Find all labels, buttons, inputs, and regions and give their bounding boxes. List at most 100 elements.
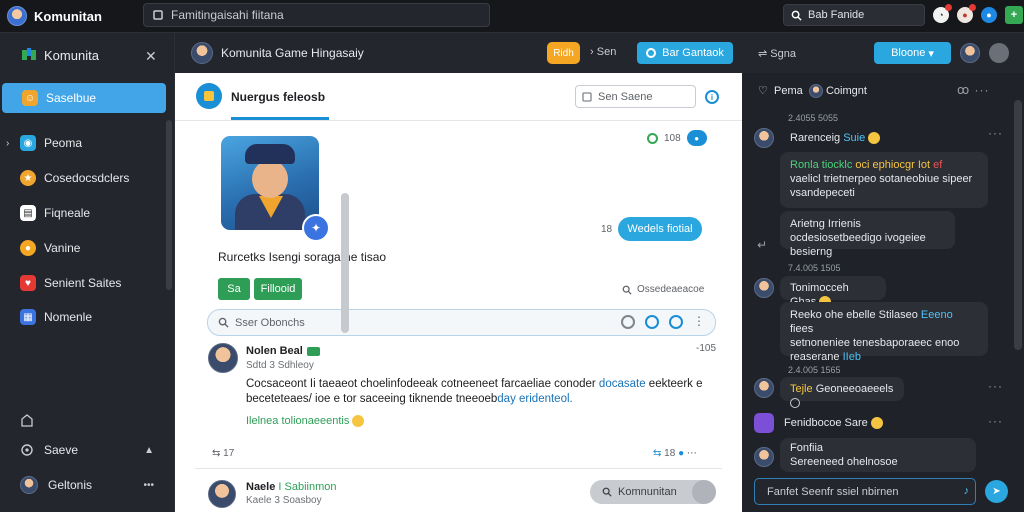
sidebar-scrollbar[interactable]: [166, 120, 172, 290]
app-title: Komunitan: [34, 8, 102, 24]
post-hashtag[interactable]: Ilelnea tolionaeeentis: [246, 415, 365, 428]
channel-mid-link[interactable]: › Sen: [590, 46, 616, 58]
right-panel-label: ⇌ Sgna: [758, 48, 796, 60]
apps-icon[interactable]: +: [1005, 6, 1023, 24]
search-link[interactable]: Ossedeaeacoe: [622, 284, 704, 295]
sidebar-item-nomenle[interactable]: ▦ Nomenle: [0, 302, 166, 332]
feed-scrollbar[interactable]: [341, 193, 349, 333]
sidebar-item-label: Senient Saites: [44, 276, 122, 290]
info-icon[interactable]: i: [705, 90, 719, 104]
channel-action-button[interactable]: Bar Gantaok: [637, 42, 733, 64]
post-composer-input[interactable]: Sser Obonchs ⋮: [207, 309, 716, 336]
sidebar-item-label: Nomenle: [44, 310, 93, 324]
post-author-name: Nolen Beal: [246, 345, 303, 357]
chevron-up-icon: ▲: [144, 444, 154, 456]
post-time: -105: [696, 343, 717, 354]
chat-scrollbar[interactable]: [1014, 100, 1022, 350]
chat-message: Arietng Irrienis ocdesiosetbeedigo ivoge…: [780, 211, 955, 258]
trophy-icon: ★: [20, 170, 36, 186]
more-icon[interactable]: ···: [988, 379, 1003, 393]
top-right-search[interactable]: Bab Fanide: [783, 4, 925, 26]
more-icon[interactable]: ⋮: [693, 315, 705, 329]
heart-outline-icon[interactable]: ♡: [758, 85, 768, 97]
avatar[interactable]: [754, 278, 774, 298]
toggle-button[interactable]: ●: [686, 130, 707, 146]
post-author[interactable]: Naele I Sabiinmon: [246, 481, 337, 493]
sidebar-item-fiqneale[interactable]: ▤ Fiqneale: [0, 198, 166, 228]
send-icon[interactable]: ➤: [985, 480, 1008, 503]
sidebar-item-cosedocsdclers[interactable]: ★ Cosedocsdclers: [0, 163, 166, 193]
attach-icon[interactable]: [645, 315, 659, 329]
app-logo: [7, 6, 27, 26]
avatar[interactable]: [208, 480, 236, 508]
sidebar-home-button[interactable]: [20, 413, 160, 427]
right-panel-button[interactable]: Bloone ▾: [874, 42, 951, 64]
top-right-search-label: Bab Fanide: [808, 9, 865, 21]
avatar[interactable]: [208, 343, 238, 373]
game-button-primary[interactable]: Sa: [218, 278, 250, 300]
toggle-icon: [692, 480, 716, 504]
divider: [195, 468, 722, 469]
community-pill-button[interactable]: Komnunitan: [590, 480, 716, 504]
feed-search-input[interactable]: Sen Saene: [575, 85, 696, 108]
profile-icon[interactable]: [989, 43, 1009, 63]
avatar[interactable]: [754, 447, 774, 467]
channel-pill[interactable]: Ridh: [547, 42, 580, 64]
group-icon: ☺: [22, 90, 38, 106]
more-icon[interactable]: ···: [988, 126, 1003, 140]
channel-avatar: [191, 42, 213, 64]
chat-message-author: Rarenceig Suie: [790, 132, 881, 145]
sidebar-title: Komunita: [44, 47, 99, 63]
messages-icon[interactable]: ●: [981, 7, 997, 23]
coin-icon: ●: [20, 240, 36, 256]
sidebar-item-senient-saites[interactable]: ♥ Senient Saites: [0, 268, 166, 298]
sidebar-profile[interactable]: Geltonis •••: [20, 476, 160, 494]
feed-search-placeholder: Sen Saene: [598, 90, 653, 103]
reply-icon[interactable]: ↵: [757, 238, 768, 252]
settings-icon[interactable]: [621, 315, 635, 329]
chat-message: Tejle Geoneeoaeeels: [780, 377, 904, 409]
post-item: Nolen Beal Sdtd 3 Sdhleoy -105 Cocsaceon…: [208, 343, 718, 463]
sidebar-item-saeve[interactable]: Saeve ▲: [20, 443, 160, 457]
chat-message: Ronla tiocklc oci ephiocgr Iot ef vaelic…: [780, 152, 988, 208]
search-icon: [622, 285, 632, 295]
chat-timestamp: 7.4.005 1505: [788, 263, 841, 273]
smile-emoji-icon: [868, 132, 881, 145]
brand[interactable]: Komunitan: [0, 6, 142, 26]
sidebar-item-peoma[interactable]: › ◉ Peoma: [0, 128, 166, 158]
post-author-name: Naele: [246, 481, 276, 493]
post-right-actions[interactable]: ⇆ 18 ● ⋯: [653, 448, 697, 459]
game-button-secondary[interactable]: Fillooid: [254, 278, 302, 300]
left-sidebar: Komunita ✕ ☺ Saselbue › ◉ Peoma ★ Cosedo…: [0, 33, 175, 512]
search-icon: [153, 10, 163, 20]
avatar[interactable]: [754, 378, 774, 398]
follow-button[interactable]: Wedels fiotial: [618, 217, 702, 241]
reply-action[interactable]: ⇆ 17: [212, 448, 234, 459]
sidebar-item-vanine[interactable]: ● Vanine: [0, 233, 166, 263]
notification-icon[interactable]: ◔: [933, 4, 952, 23]
sidebar-item-saselbue[interactable]: ☺ Saselbue: [2, 83, 166, 113]
chat-header-actions[interactable]: ꝏ ···: [957, 83, 990, 97]
more-icon[interactable]: ···: [988, 414, 1003, 428]
post-author[interactable]: Nolen Beal: [246, 345, 320, 357]
follow-count: 18: [601, 224, 613, 235]
search-link-label: Ossedeaeacoe: [637, 284, 705, 295]
user-avatar[interactable]: [960, 43, 980, 63]
chat-input[interactable]: Fanfet Seenfr ssiel nbirnen ♪: [754, 478, 976, 505]
sidebar-item-label: Geltonis: [48, 478, 93, 492]
top-search-input[interactable]: Famitingaisahi fiitana: [143, 3, 490, 27]
smile-emoji-icon: [352, 415, 365, 428]
microphone-icon[interactable]: ♪: [964, 485, 970, 497]
game-action-icon[interactable]: ✦: [302, 214, 330, 242]
post-author-tag: I Sabiinmon: [278, 481, 337, 493]
tab-feed[interactable]: Nuergus feleosb: [231, 90, 325, 104]
sidebar-item-label: Vanine: [44, 241, 81, 255]
avatar[interactable]: [754, 413, 774, 433]
right-panel-button-label: Bloone: [891, 47, 926, 59]
channel-title: Komunita Game Hingasaiy: [221, 46, 364, 60]
avatar[interactable]: [754, 128, 774, 148]
alert-icon[interactable]: ●: [957, 4, 976, 23]
active-tab-indicator: [231, 117, 329, 120]
emoji-icon[interactable]: [669, 315, 683, 329]
close-icon[interactable]: ✕: [145, 48, 157, 65]
